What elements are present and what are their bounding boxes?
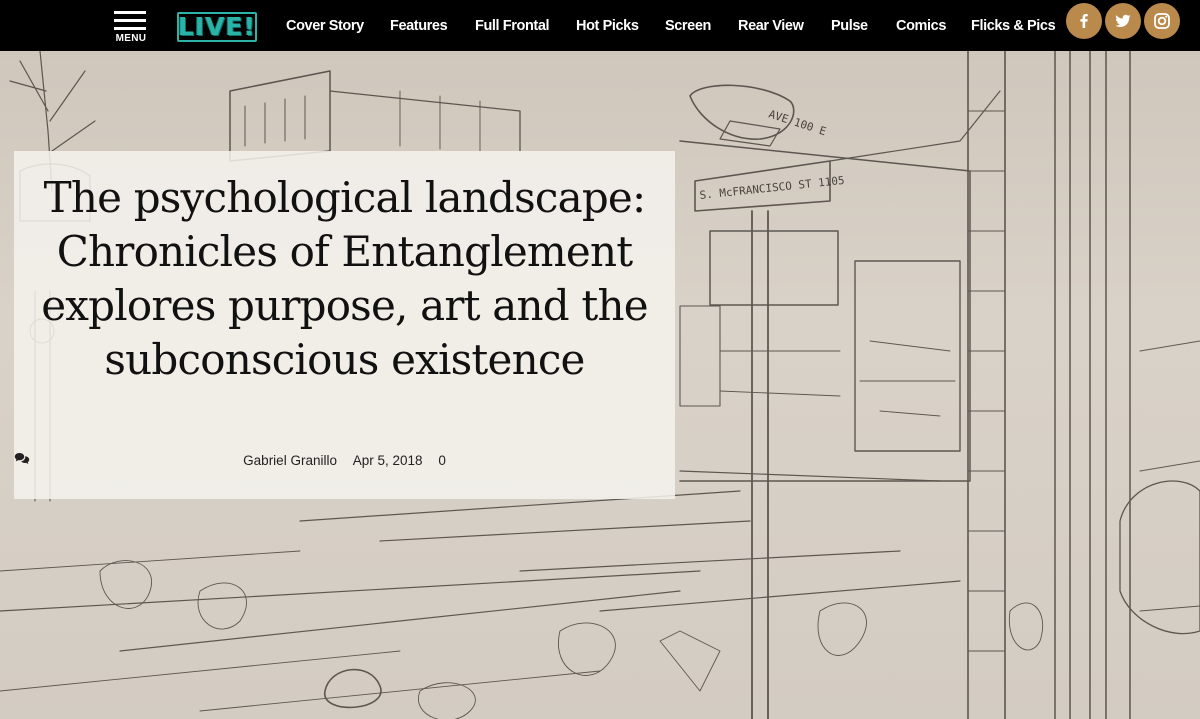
- author-link[interactable]: Gabriel Granillo: [243, 453, 337, 468]
- comments-icon: [14, 453, 30, 464]
- menu-label: MENU: [115, 33, 147, 44]
- menu-button[interactable]: MENU: [114, 9, 148, 45]
- twitter-icon: [1115, 14, 1131, 27]
- hamburger-icon-bar: [114, 27, 146, 30]
- nav-item-screen[interactable]: Screen: [665, 0, 711, 51]
- hamburger-icon-bar: [114, 19, 146, 22]
- nav-item-rear-view[interactable]: Rear View: [738, 0, 804, 51]
- top-navigation-bar: MENU LIVE! Cover Story Features Full Fro…: [0, 0, 1200, 51]
- site-logo[interactable]: LIVE!: [177, 12, 257, 42]
- instagram-button[interactable]: [1144, 3, 1180, 39]
- nav-item-cover-story[interactable]: Cover Story: [286, 0, 364, 51]
- logo-text: LIVE!: [177, 12, 257, 41]
- article-headline[interactable]: The psychological landscape: Chronicles …: [34, 171, 655, 387]
- article-title-card: The psychological landscape: Chronicles …: [14, 151, 675, 499]
- comment-count: 0: [438, 453, 446, 469]
- facebook-icon: [1080, 14, 1088, 28]
- sign-text-street: S. McFRANCISCO ST 1105: [699, 174, 845, 202]
- hero-artwork: AVE 100 E S. McFRANCISCO ST 1105 The psy…: [0, 51, 1200, 719]
- sign-text-avenue: AVE 100 E: [767, 107, 828, 138]
- nav-item-comics[interactable]: Comics: [896, 0, 946, 51]
- nav-item-full-frontal[interactable]: Full Frontal: [475, 0, 550, 51]
- hamburger-icon: [114, 11, 146, 14]
- nav-item-hot-picks[interactable]: Hot Picks: [576, 0, 639, 51]
- facebook-button[interactable]: [1066, 3, 1102, 39]
- instagram-icon: [1154, 13, 1170, 29]
- article-meta: Gabriel Granillo Apr 5, 2018 0: [14, 452, 675, 468]
- nav-item-pulse[interactable]: Pulse: [831, 0, 868, 51]
- comments-link[interactable]: 0: [14, 452, 446, 469]
- publish-date: Apr 5, 2018: [352, 452, 423, 468]
- nav-item-features[interactable]: Features: [390, 0, 448, 51]
- nav-item-flicks-pics[interactable]: Flicks & Pics: [971, 0, 1056, 51]
- twitter-button[interactable]: [1105, 3, 1141, 39]
